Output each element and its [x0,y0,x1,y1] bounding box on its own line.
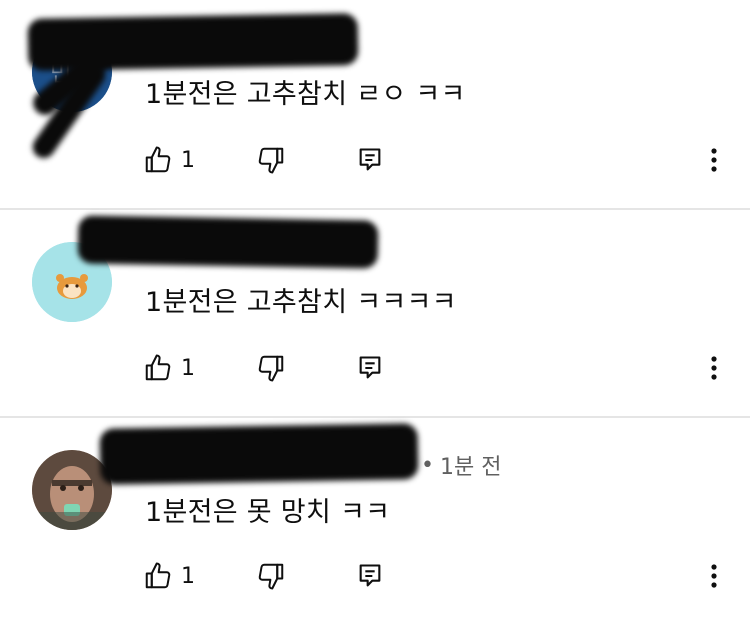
dislike-button[interactable] [256,556,286,596]
more-options-button[interactable] [700,140,728,180]
more-vertical-icon [710,354,718,382]
more-vertical-icon [710,562,718,590]
comment-time: 1분 전 [439,455,502,480]
reply-icon [356,354,384,382]
thumbs-down-icon [256,561,286,591]
reply-button[interactable] [356,140,384,180]
dislike-button[interactable] [256,140,286,180]
comment-text: 1분전은 고추참치 ㄹㅇ ㅋㅋ [145,79,466,110]
comment-item: 민서 1분전은 고추참치 ㄹㅇ ㅋㅋ 1 [0,0,750,208]
reply-icon [356,146,384,174]
reply-button[interactable] [356,348,384,388]
more-vertical-icon [710,146,718,174]
thumbs-down-icon [256,353,286,383]
comment-text: 1분전은 고추참치 ㅋㅋㅋㅋ [145,287,457,318]
comment-item: 1분전은 고추참치 ㅋㅋㅋㅋ 1 [0,210,750,418]
like-count: 1 [181,355,195,381]
comment-actions: 1 [0,556,750,596]
redaction-mark [77,215,379,269]
reply-button[interactable] [356,556,384,596]
like-button[interactable]: 1 [143,348,195,388]
like-button[interactable]: 1 [143,556,195,596]
comment-actions: 1 [0,140,750,180]
meta-separator: • [421,452,434,478]
comment-meta: • 1분 전 [145,448,501,482]
comment-text: 1분전은 못 망치 ㅋㅋ [145,497,391,528]
comment-item: • 1분 전 1분전은 못 망치 ㅋㅋ 1 [0,418,750,626]
reply-icon [356,562,384,590]
like-count: 1 [181,563,195,589]
thumbs-up-icon [143,561,173,591]
comment-actions: 1 [0,348,750,388]
dislike-button[interactable] [256,348,286,388]
thumbs-up-icon [143,145,173,175]
more-options-button[interactable] [700,556,728,596]
thumbs-up-icon [143,353,173,383]
like-button[interactable]: 1 [143,140,195,180]
like-count: 1 [181,147,195,173]
more-options-button[interactable] [700,348,728,388]
thumbs-down-icon [256,145,286,175]
